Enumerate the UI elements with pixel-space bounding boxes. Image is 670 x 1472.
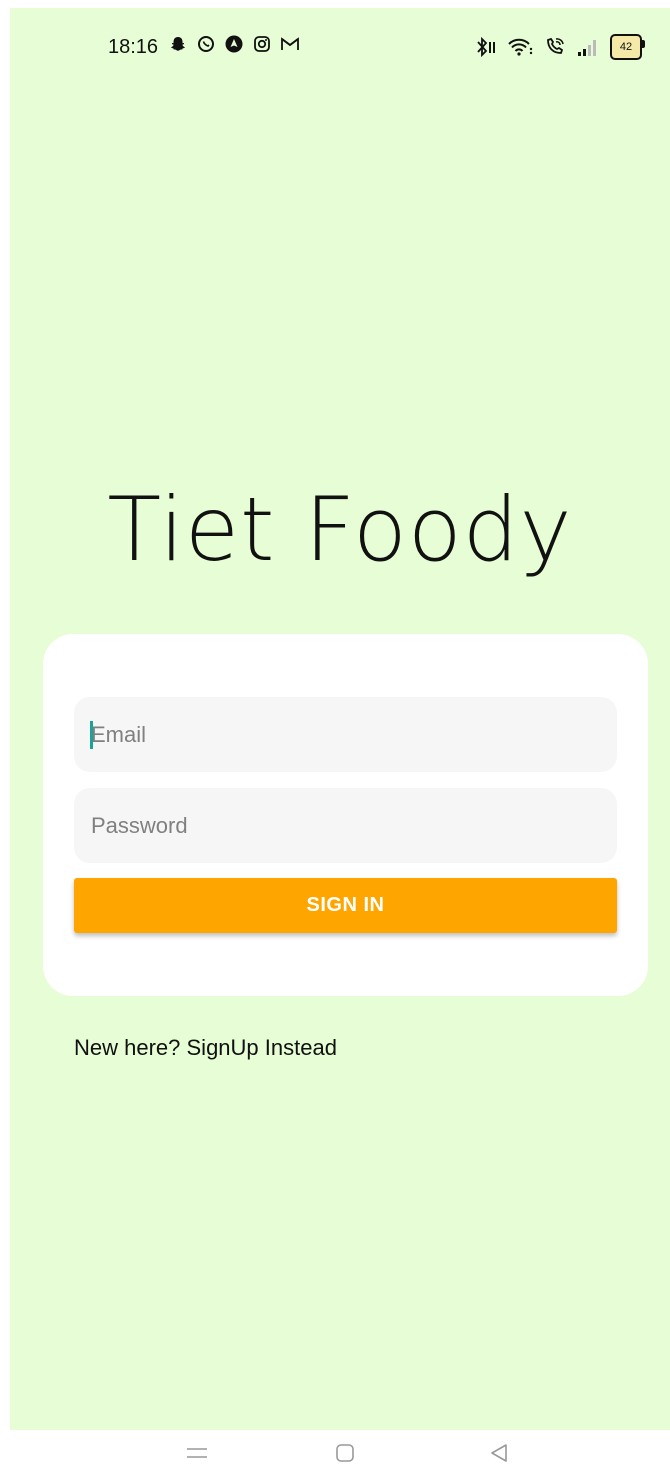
email-field-container [74, 697, 617, 772]
signal-icon [576, 36, 600, 58]
signup-link[interactable]: New here? SignUp Instead [74, 1035, 337, 1061]
app-screen: 18:16 42 Tiet Foody Email SIGN IN New he… [10, 8, 670, 1430]
app-title: Tiet Foody [107, 478, 573, 581]
email-input[interactable] [74, 697, 617, 772]
notification-icons [168, 34, 300, 54]
instagram-icon [252, 34, 272, 54]
back-icon[interactable] [484, 1440, 514, 1466]
status-time: 18:16 [108, 36, 159, 58]
snapchat-icon [168, 34, 188, 54]
home-icon[interactable] [330, 1440, 360, 1466]
gmail-icon [280, 34, 300, 54]
password-input[interactable] [74, 788, 617, 863]
text-cursor [90, 721, 93, 749]
wifi-calling-icon [544, 36, 566, 58]
navigation-bar [0, 1430, 670, 1472]
bluetooth-icon [476, 36, 498, 58]
menu-icon[interactable] [182, 1440, 212, 1466]
system-icons: 42 [476, 34, 645, 60]
whatsapp-icon [196, 34, 216, 54]
battery-icon: 42 [610, 34, 645, 60]
status-bar: 18:16 42 [10, 8, 670, 78]
login-card: SIGN IN [43, 634, 648, 996]
password-field-container [74, 788, 617, 863]
sign-in-button[interactable]: SIGN IN [74, 878, 617, 933]
wifi-icon [508, 36, 534, 58]
navigation-icon [224, 34, 244, 54]
